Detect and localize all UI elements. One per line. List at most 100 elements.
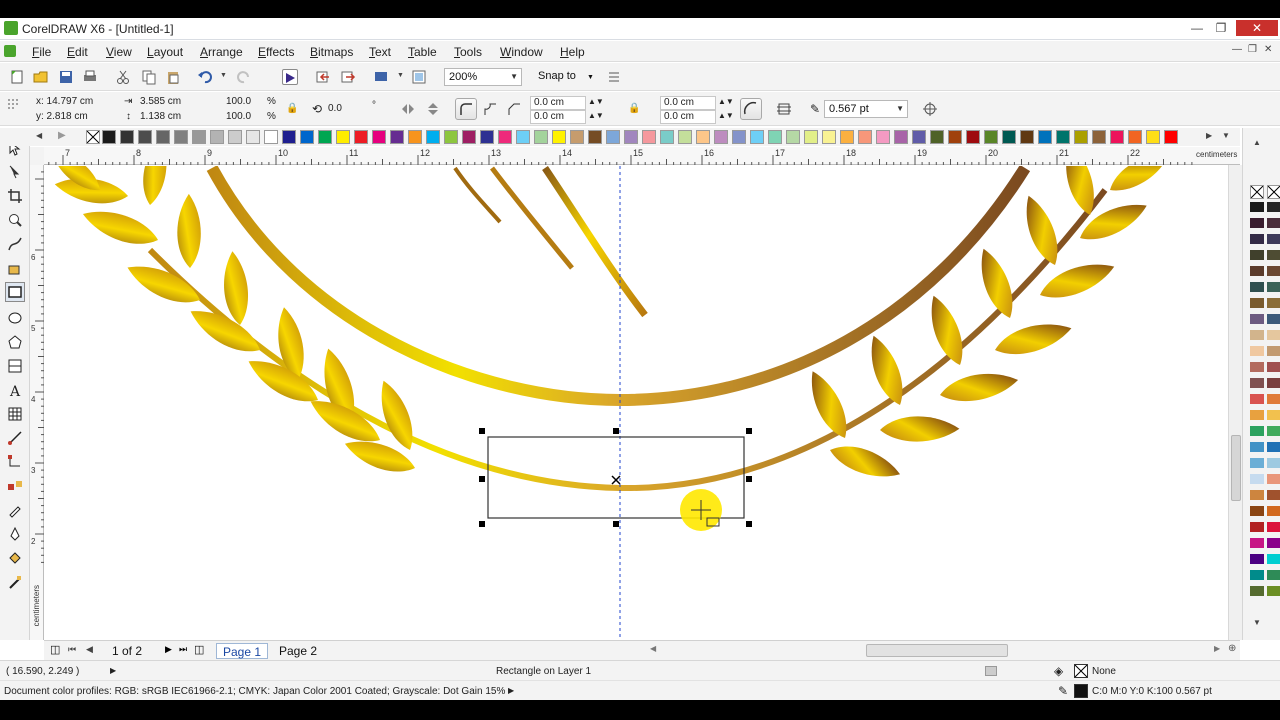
zoom-level-dropdown[interactable]: 200% ▼ xyxy=(444,68,522,86)
status-expand-icon[interactable]: ▶ xyxy=(110,666,116,675)
palette-swatch[interactable] xyxy=(1267,330,1280,341)
horizontal-scroll-thumb[interactable] xyxy=(866,644,1008,657)
palette-swatch[interactable] xyxy=(930,130,944,144)
palette-menu-icon[interactable]: ▼ xyxy=(1222,131,1230,140)
dimension-tool-icon[interactable] xyxy=(7,430,23,446)
palette-swatch[interactable] xyxy=(696,130,710,144)
palette-swatch[interactable] xyxy=(714,130,728,144)
palette-swatch[interactable] xyxy=(876,130,890,144)
undo-icon[interactable] xyxy=(197,69,213,85)
tab-page-2[interactable]: Page 2 xyxy=(273,643,323,659)
palette-swatch[interactable] xyxy=(1250,458,1264,469)
x-position-field[interactable]: x: 14.797 cm xyxy=(36,96,93,107)
launcher-dropdown-icon[interactable]: ▼ xyxy=(397,72,404,79)
chamfered-corner-icon[interactable] xyxy=(506,101,522,117)
rotation-field[interactable]: 0.0 xyxy=(328,103,342,114)
palette-swatch[interactable] xyxy=(660,130,674,144)
scroll-right-icon[interactable]: ▶ xyxy=(1214,644,1220,653)
no-color-swatch-right-2[interactable] xyxy=(1267,185,1280,199)
palette-swatch[interactable] xyxy=(1128,130,1142,144)
palette-swatch[interactable] xyxy=(552,130,566,144)
palette-swatch[interactable] xyxy=(678,130,692,144)
mirror-horizontal-icon[interactable] xyxy=(400,101,416,117)
menu-window[interactable]: Window xyxy=(500,45,543,59)
palette-swatch[interactable] xyxy=(138,130,152,144)
outline-swatch[interactable] xyxy=(1074,684,1088,698)
palette-swatch[interactable] xyxy=(1267,506,1280,517)
palette-swatch[interactable] xyxy=(984,130,998,144)
redo-icon[interactable] xyxy=(236,69,252,85)
palette-swatch[interactable] xyxy=(282,130,296,144)
palette-swatch[interactable] xyxy=(1250,522,1264,533)
palette-swatch[interactable] xyxy=(1092,130,1106,144)
palette-swatch[interactable] xyxy=(948,130,962,144)
palette-swatch[interactable] xyxy=(1267,218,1280,229)
palette-swatch[interactable] xyxy=(1267,298,1280,309)
snap-to-dropdown[interactable]: Snap to ▼ xyxy=(538,70,594,82)
palette-swatch[interactable] xyxy=(1267,442,1280,453)
palette-swatch[interactable] xyxy=(462,130,476,144)
spinner-icon[interactable]: ▲▼ xyxy=(718,111,734,120)
palette-swatch[interactable] xyxy=(192,130,206,144)
palette-swatch[interactable] xyxy=(1250,346,1264,357)
menu-layout[interactable]: Layout xyxy=(147,45,183,59)
options-icon[interactable] xyxy=(606,69,622,85)
print-icon[interactable] xyxy=(82,69,98,85)
application-launcher-icon[interactable] xyxy=(373,69,389,85)
palette-swatch[interactable] xyxy=(1250,410,1264,421)
palette-swatch[interactable] xyxy=(624,130,638,144)
lock-corners-icon[interactable]: 🔒 xyxy=(628,103,640,114)
vertical-scroll-thumb[interactable] xyxy=(1231,435,1241,501)
color-proof-icon[interactable] xyxy=(985,666,997,676)
no-color-swatch-right[interactable] xyxy=(1250,185,1264,199)
palette-swatch[interactable] xyxy=(1267,394,1280,405)
palette-swatch[interactable] xyxy=(408,130,422,144)
next-page-icon[interactable]: ▶ xyxy=(165,644,172,655)
palette-swatch[interactable] xyxy=(804,130,818,144)
palette-swatch[interactable] xyxy=(300,130,314,144)
palette-swatch[interactable] xyxy=(1250,490,1264,501)
convert-to-curves-icon[interactable] xyxy=(922,101,938,117)
relative-corner-scaling-button[interactable] xyxy=(740,98,762,120)
close-icon[interactable]: ✕ xyxy=(1236,20,1278,36)
palette-swatch[interactable] xyxy=(750,130,764,144)
palette-swatch[interactable] xyxy=(1250,570,1264,581)
palette-swatch[interactable] xyxy=(1074,130,1088,144)
open-icon[interactable] xyxy=(33,69,49,85)
scale-x-field[interactable]: 100.0 xyxy=(226,96,251,107)
palette-swatch[interactable] xyxy=(1267,314,1280,325)
palette-swatch[interactable] xyxy=(156,130,170,144)
palette-swatch[interactable] xyxy=(1038,130,1052,144)
smart-fill-tool-icon[interactable] xyxy=(7,260,23,276)
palette-scroll-down-icon[interactable]: ▼ xyxy=(1253,618,1261,627)
palette-swatch[interactable] xyxy=(894,130,908,144)
add-page-after-icon[interactable]: ◫ xyxy=(194,643,204,656)
scale-y-field[interactable]: 100.0 xyxy=(226,111,251,122)
palette-swatch[interactable] xyxy=(1146,130,1160,144)
paste-icon[interactable] xyxy=(165,69,181,85)
connector-tool-icon[interactable] xyxy=(7,454,23,470)
outline-pen-tool-icon[interactable] xyxy=(7,526,23,542)
freehand-tool-icon[interactable] xyxy=(7,236,23,252)
wrap-text-icon[interactable] xyxy=(776,101,792,117)
palette-swatch[interactable] xyxy=(966,130,980,144)
cut-icon[interactable] xyxy=(115,69,131,85)
vertical-ruler[interactable]: 6 5 4 3 2 centimeters xyxy=(30,165,44,640)
palette-scroll-start-icon[interactable]: ▶ xyxy=(58,130,66,141)
palette-swatch[interactable] xyxy=(1250,218,1264,229)
palette-swatch[interactable] xyxy=(1267,378,1280,389)
search-content-icon[interactable] xyxy=(282,69,298,85)
palette-swatch[interactable] xyxy=(390,130,404,144)
color-eyedropper-tool-icon[interactable] xyxy=(7,502,23,518)
palette-swatch[interactable] xyxy=(1267,410,1280,421)
palette-swatch[interactable] xyxy=(1250,234,1264,245)
save-icon[interactable] xyxy=(58,69,74,85)
add-page-before-icon[interactable]: ◫ xyxy=(50,643,60,656)
palette-swatch[interactable] xyxy=(1250,202,1264,213)
menu-bitmaps[interactable]: Bitmaps xyxy=(310,45,353,59)
welcome-screen-icon[interactable] xyxy=(411,69,427,85)
palette-swatch[interactable] xyxy=(1267,426,1280,437)
first-page-icon[interactable]: ⏮ xyxy=(68,644,76,655)
menu-tools[interactable]: Tools xyxy=(454,45,482,59)
zoom-tool-icon[interactable] xyxy=(7,212,23,228)
